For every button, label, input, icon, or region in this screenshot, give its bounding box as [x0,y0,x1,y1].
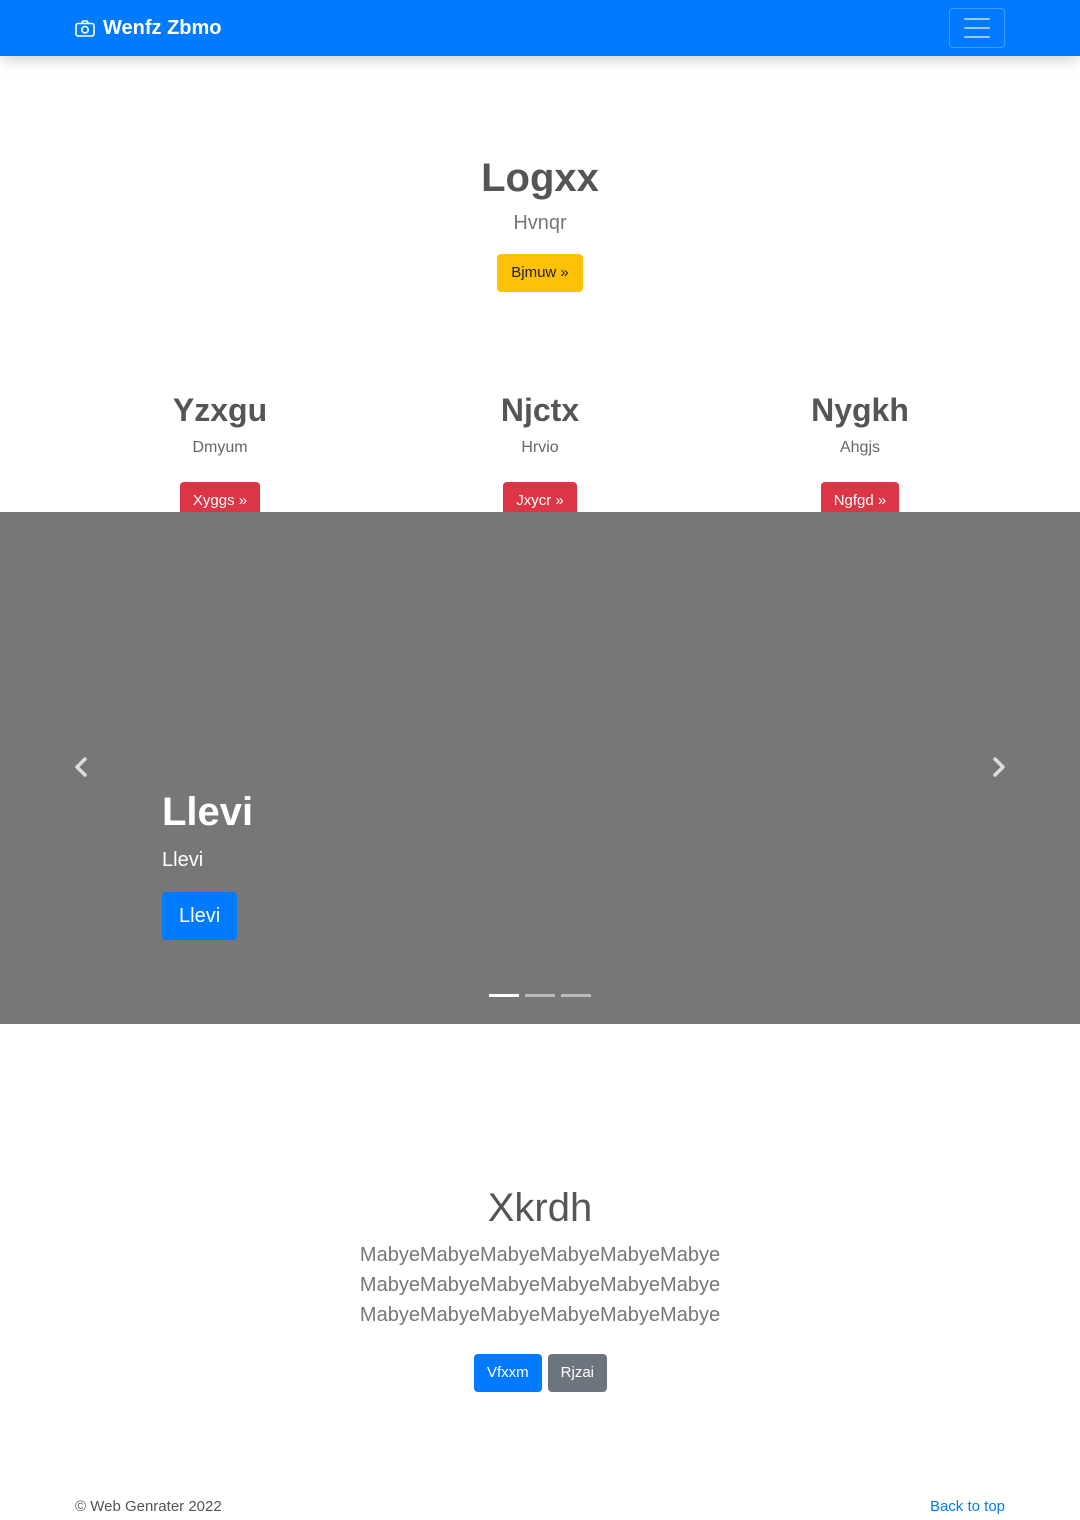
carousel-heading: Llevi [162,790,254,834]
hamburger-icon [964,18,990,20]
carousel-button[interactable]: Llevi [162,892,238,940]
carousel-indicator[interactable] [561,994,591,997]
feature-text: Dmyum [192,439,248,456]
hamburger-icon-bar [964,27,990,29]
navbar-toggler-button[interactable] [949,8,1005,48]
jumbotron-line: MabyeMabyeMabyeMabyeMabyeMabye [359,1274,721,1296]
carousel: Llevi Llevi Llevi [0,512,1080,1024]
brand-name: Wenfz Zbmo [103,16,222,39]
footer-copyright: © Web Genrater 2022 [75,1498,222,1515]
feature-title: Njctx [500,392,580,428]
jumbotron-text: MabyeMabyeMabyeMabyeMabyeMabye MabyeMaby… [0,1240,1080,1330]
carousel-indicator[interactable] [489,994,519,997]
feature-text: Hrvio [521,439,559,456]
hero-subtitle: Hvnqr [513,212,567,234]
hero-title: Logxx [481,156,599,200]
brand-link[interactable]: Wenfz Zbmo [75,0,222,56]
jumbotron-line: MabyeMabyeMabyeMabyeMabyeMabye [359,1244,721,1266]
navbar: Wenfz Zbmo [0,0,1080,56]
chevron-right-icon[interactable] [983,752,1013,782]
jumbotron-buttons: Vfxxm Rjzai [474,1354,608,1392]
feature-column: Yzxgu Dmyum Xyggs » [70,390,370,520]
feature-text: Ahgjs [839,439,881,456]
jumbotron-line: MabyeMabyeMabyeMabyeMabyeMabye [359,1304,721,1326]
carousel-indicator[interactable] [525,994,555,997]
chevron-left-icon[interactable] [67,752,97,782]
hero-button[interactable]: Bjmuw » [497,254,583,292]
camera-icon [75,19,95,37]
feature-column: Njctx Hrvio Jxycr » [390,390,690,520]
carousel-text: Llevi [162,849,204,871]
secondary-button[interactable]: Rjzai [547,1354,608,1392]
carousel-indicators [489,994,591,997]
feature-column: Nygkh Ahgjs Ngfgd » [710,390,1010,520]
jumbotron-title: Xkrdh [487,1186,593,1230]
feature-title: Nygkh [811,392,909,428]
hamburger-icon-bar [964,36,990,38]
feature-title: Yzxgu [172,392,268,428]
carousel-caption: Llevi Llevi Llevi [162,786,253,940]
primary-button[interactable]: Vfxxm [474,1354,542,1392]
back-to-top-link[interactable]: Back to top [930,1498,1005,1515]
